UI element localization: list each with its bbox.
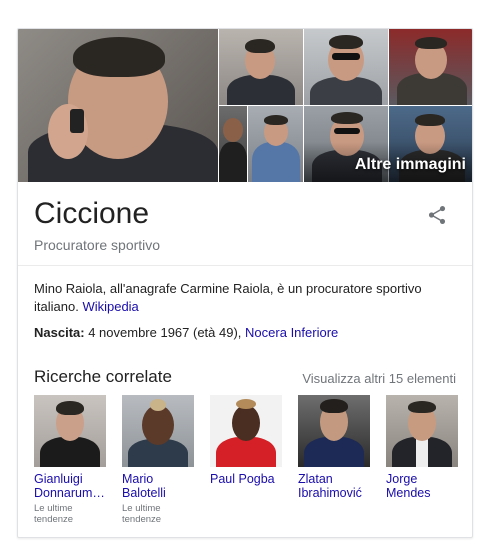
trending-badge: Le ultime tendenze: [34, 503, 74, 525]
photo-tile[interactable]: [389, 29, 472, 105]
photo-tile[interactable]: [219, 106, 247, 182]
related-item[interactable]: Mario Balotelli Le ultime tendenze: [122, 395, 194, 525]
photo-tile[interactable]: [219, 29, 303, 105]
related-item[interactable]: Jorge Mendes: [386, 395, 458, 500]
trending-badge: Le ultime tendenze: [122, 503, 162, 525]
related-item[interactable]: Zlatan Ibrahimović: [298, 395, 370, 500]
related-item-photo: [122, 395, 194, 467]
photo-tile[interactable]: [248, 106, 303, 182]
related-item[interactable]: Paul Pogba: [210, 395, 282, 486]
photo-tile[interactable]: [304, 29, 388, 105]
related-item-photo: [298, 395, 370, 467]
knowledge-panel: Altre immagini Ciccione Procuratore spor…: [17, 28, 473, 538]
related-searches-heading: Ricerche correlate: [34, 367, 172, 386]
share-icon[interactable]: [426, 204, 448, 226]
related-item[interactable]: Gianluigi Donnarum… Le ultime tendenze: [34, 395, 106, 525]
image-mosaic[interactable]: Altre immagini: [18, 29, 472, 182]
entity-subtitle: Procuratore sportivo: [34, 237, 161, 253]
more-images-button[interactable]: Altre immagini: [355, 156, 466, 174]
birth-place-link[interactable]: Nocera Inferiore: [245, 325, 338, 340]
birth-value: 4 novembre 1967 (età 49),: [88, 325, 242, 340]
related-item-photo: [386, 395, 458, 467]
description: Mino Raiola, all'anagrafe Carmine Raiola…: [34, 280, 458, 316]
view-more-link[interactable]: Visualizza altri 15 elementi: [302, 371, 456, 386]
related-item-name: Paul Pogba: [210, 472, 275, 486]
related-item-name: Jorge Mendes: [386, 472, 431, 500]
divider: [18, 265, 472, 266]
birth-fact: Nascita: 4 novembre 1967 (età 49), Nocer…: [34, 325, 338, 340]
wikipedia-link[interactable]: Wikipedia: [82, 299, 138, 314]
related-item-name: Gianluigi Donnarum…: [34, 472, 105, 500]
related-item-photo: [210, 395, 282, 467]
related-item-name: Mario Balotelli: [122, 472, 166, 500]
title-block: Ciccione Procuratore sportivo: [34, 197, 160, 253]
related-item-name: Zlatan Ibrahimović: [298, 472, 362, 500]
related-item-photo: [34, 395, 106, 467]
birth-label: Nascita:: [34, 325, 85, 340]
main-photo[interactable]: [18, 29, 218, 182]
entity-title: Ciccione: [34, 197, 150, 230]
